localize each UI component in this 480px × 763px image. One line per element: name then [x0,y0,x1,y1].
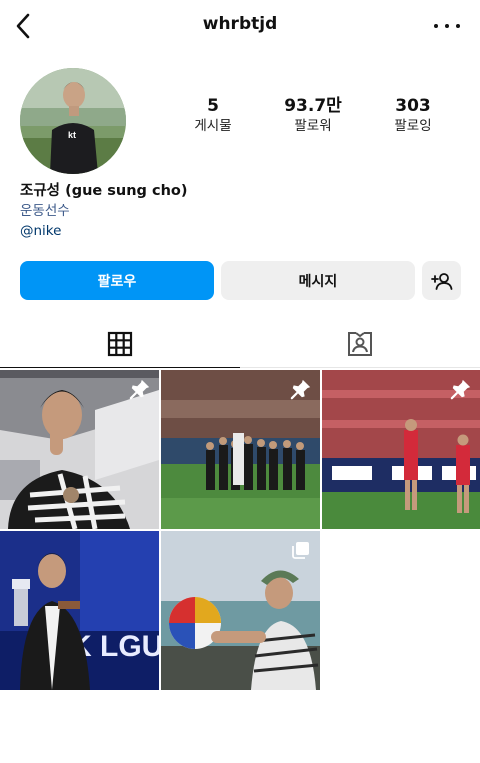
post-thumbnail[interactable] [0,370,159,529]
tab-tagged[interactable] [240,320,480,368]
profile-display-name: 조규성 (gue sung cho) [20,183,188,199]
content-tabs [0,320,480,368]
followers-count-value: 93.7만 [284,96,342,116]
following-count-label: 팔로잉 [394,118,432,134]
avatar-image: kt [20,68,126,174]
profile-bio: 조규성 (gue sung cho) 운동선수 @nike [20,181,460,241]
profile-category: 운동선수 [20,203,70,219]
message-button[interactable]: 메시지 [221,261,415,300]
add-person-icon [430,272,452,290]
svg-text:kt: kt [68,130,76,140]
post-thumbnail[interactable] [322,370,480,529]
pin-icon [290,379,311,400]
post-thumbnail[interactable]: K LGU [0,531,159,690]
posts-count-label: 게시물 [194,118,232,134]
tab-posts-grid[interactable] [0,320,240,368]
profile-username: whrbtjd [202,14,278,34]
posts-count-value: 5 [207,96,219,116]
post-image: K LGU [0,531,159,690]
profile-avatar[interactable]: kt [20,68,126,174]
suggest-accounts-button[interactable] [422,261,461,300]
posts-count[interactable]: 5 게시물 [163,96,263,136]
top-bar: whrbtjd [0,0,480,52]
more-dots-icon [434,24,438,28]
grid-icon [107,331,133,356]
followers-count-label: 팔로워 [294,118,332,134]
following-count-value: 303 [395,96,431,116]
pin-icon [450,379,471,400]
followers-count[interactable]: 93.7만 팔로워 [263,96,363,136]
post-thumbnail[interactable] [161,531,320,690]
more-options-button[interactable] [434,16,460,36]
pin-icon [129,379,150,400]
profile-stats: 5 게시물 93.7만 팔로워 303 팔로잉 [163,96,463,136]
following-count[interactable]: 303 팔로잉 [363,96,463,136]
follow-button[interactable]: 팔로우 [20,261,214,300]
profile-mention-link[interactable]: @nike [20,221,460,241]
tagged-icon [348,331,372,356]
carousel-icon [292,542,309,559]
post-thumbnail[interactable] [161,370,320,529]
